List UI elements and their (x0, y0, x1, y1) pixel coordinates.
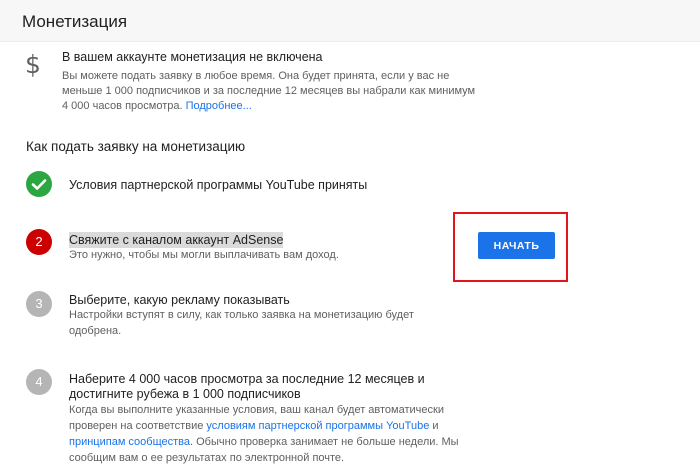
step-4-number: 4 (26, 369, 52, 395)
step-4-desc-text-b: и (432, 420, 439, 432)
step-1-title: Условия партнерской программы YouTube пр… (69, 178, 368, 192)
page-title: Монетизация (22, 12, 128, 31)
step-2-title: Свяжите с каналом аккаунт AdSense (69, 232, 284, 248)
monetization-status-title: В вашем аккаунте монетизация не включена (62, 50, 323, 64)
learn-more-link[interactable]: Подробнее... (186, 100, 252, 112)
step-2-desc: Это нужно, чтобы мы могли выплачивать ва… (69, 249, 339, 261)
step-3-title: Выберите, какую рекламу показывать (69, 293, 290, 307)
step-4-desc-text-a: проверен на соответствие (69, 420, 204, 432)
community-guidelines-link[interactable]: принципам сообщества (69, 436, 190, 448)
step-4-desc-line-4: сообщим вам о ее результатах по электрон… (69, 452, 345, 464)
step-4-desc-line-3: принципам сообщества. Обычно проверка за… (69, 435, 459, 450)
section-title: Как подать заявку на монетизацию (26, 139, 246, 154)
step-4-title-line-1: Наберите 4 000 часов просмотра за послед… (69, 372, 425, 386)
step-4-title-line-2: достигните рубежа в 1 000 подписчиков (69, 387, 301, 401)
step-3-desc-line-2: одобрена. (69, 325, 122, 337)
step-4-desc-line-2: проверен на соответствие условиям партне… (69, 419, 439, 434)
step-4-desc-text-c: . Обычно проверка занимает не больше нед… (190, 436, 459, 448)
step-3-desc-line-1: Настройки вступят в силу, как только зая… (69, 309, 414, 321)
partner-program-terms-link[interactable]: условиям партнерской программы YouTube (206, 420, 429, 432)
step-2-number: 2 (26, 229, 52, 255)
step-1-check-icon (26, 171, 52, 197)
check-icon (31, 179, 47, 190)
status-desc-text: Вы можете подать заявку в любое время. О… (62, 70, 476, 112)
dollar-icon: $ (25, 50, 41, 79)
monetization-status-desc: Вы можете подать заявку в любое время. О… (62, 69, 482, 114)
step-3-number: 3 (26, 291, 52, 317)
step-4-desc-line-1: Когда вы выполните указанные условия, ва… (69, 404, 444, 416)
start-button[interactable]: НАЧАТЬ (478, 232, 555, 259)
